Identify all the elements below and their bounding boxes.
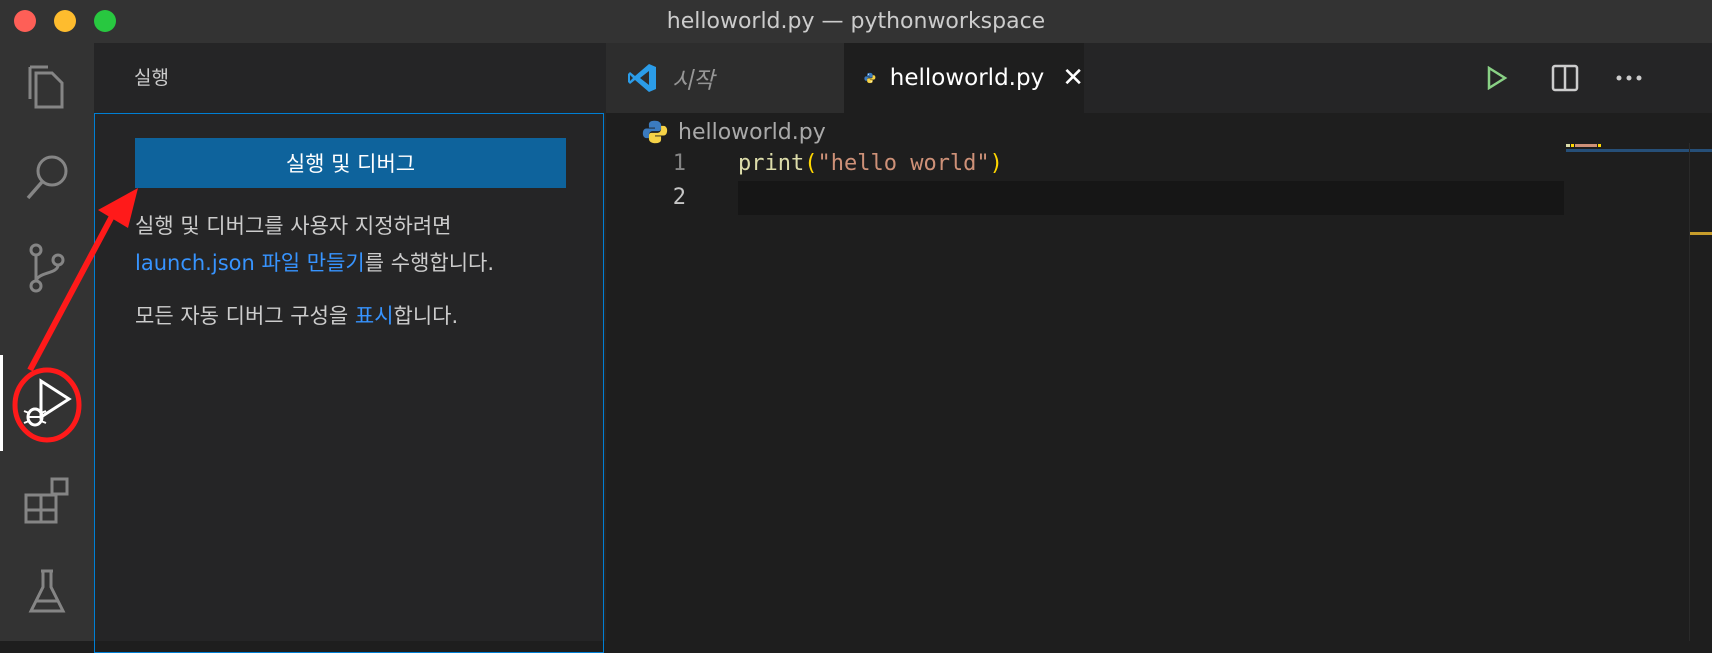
files-icon [28, 65, 64, 109]
extensions-icon [24, 477, 69, 524]
activity-run-debug[interactable] [0, 355, 94, 451]
split-editor-button[interactable] [1550, 63, 1580, 93]
scrollbar-cursor-marker [1690, 232, 1712, 235]
vscode-logo-icon [628, 64, 656, 92]
create-launch-json-link[interactable]: launch.json 파일 만들기 [135, 251, 365, 275]
show-configs-link[interactable]: 표시 [355, 304, 394, 328]
title-bar: helloworld.py — pythonworkspace [0, 0, 1712, 44]
activity-explorer[interactable] [0, 43, 94, 133]
code-line: 2 [606, 181, 1606, 215]
tab-start[interactable]: 시작 [606, 43, 844, 113]
python-icon [864, 72, 876, 84]
activity-source-control[interactable] [0, 223, 94, 313]
code-line: 1 print("hello world") [606, 147, 1606, 181]
search-icon [26, 155, 68, 200]
run-python-file-button[interactable] [1482, 63, 1512, 93]
customize-suffix: 를 수행합니다. [364, 251, 495, 275]
sidebar-title: 실행 [134, 67, 169, 89]
split-editor-icon [1551, 64, 1579, 92]
token-paren: ( [804, 151, 818, 176]
code-editor[interactable]: 1 print("hello world") 2 [606, 147, 1712, 647]
tab-label: 시작 [672, 68, 715, 94]
token-paren: ) [989, 151, 1003, 176]
activity-testing[interactable] [0, 547, 94, 637]
breadcrumb[interactable]: helloworld.py [642, 115, 826, 149]
run-debug-icon [23, 378, 72, 427]
play-icon [1487, 66, 1508, 90]
show-configs-prefix: 모든 자동 디버그 구성을 [135, 304, 355, 328]
tab-label: helloworld.py [889, 65, 1045, 91]
activity-bar [0, 43, 94, 641]
tab-bar: 시작 helloworld.py ✕ [606, 43, 1712, 113]
close-icon[interactable]: ✕ [1062, 63, 1084, 93]
customize-text: 실행 및 디버그를 사용자 지정하려면 [135, 214, 452, 238]
vertical-scrollbar[interactable] [1689, 143, 1712, 641]
breadcrumb-file: helloworld.py [678, 119, 826, 145]
run-panel: 실행 및 디버그 실행 및 디버그를 사용자 지정하려면 launch.json… [94, 113, 604, 653]
source-control-icon [29, 243, 65, 293]
more-actions-button[interactable] [1614, 63, 1644, 93]
token-function: print [738, 151, 805, 176]
ellipsis-icon [1616, 75, 1642, 81]
line-number: 1 [672, 151, 686, 176]
window-title: helloworld.py — pythonworkspace [666, 9, 1046, 34]
activity-extensions[interactable] [0, 455, 94, 545]
run-sidebar: 실행 실행 및 디버그 실행 및 디버그를 사용자 지정하려면 launch.j… [94, 43, 606, 653]
customize-paragraph: 실행 및 디버그를 사용자 지정하려면 launch.json 파일 만들기를 … [135, 208, 494, 282]
tab-helloworld[interactable]: helloworld.py ✕ [844, 43, 1084, 113]
show-configs-suffix: 합니다. [393, 304, 459, 328]
token-string: "hello world" [817, 151, 990, 176]
testing-icon [28, 569, 66, 613]
line-number: 2 [672, 185, 686, 210]
line-content: print("hello world") [738, 147, 1003, 181]
show-configs-paragraph: 모든 자동 디버그 구성을 표시합니다. [135, 298, 458, 335]
run-and-debug-button[interactable]: 실행 및 디버그 [135, 138, 566, 188]
editor-area: 시작 helloworld.py ✕ helloworld.py 1 print… [606, 43, 1712, 641]
python-icon [642, 120, 668, 144]
activity-search[interactable] [0, 133, 94, 223]
